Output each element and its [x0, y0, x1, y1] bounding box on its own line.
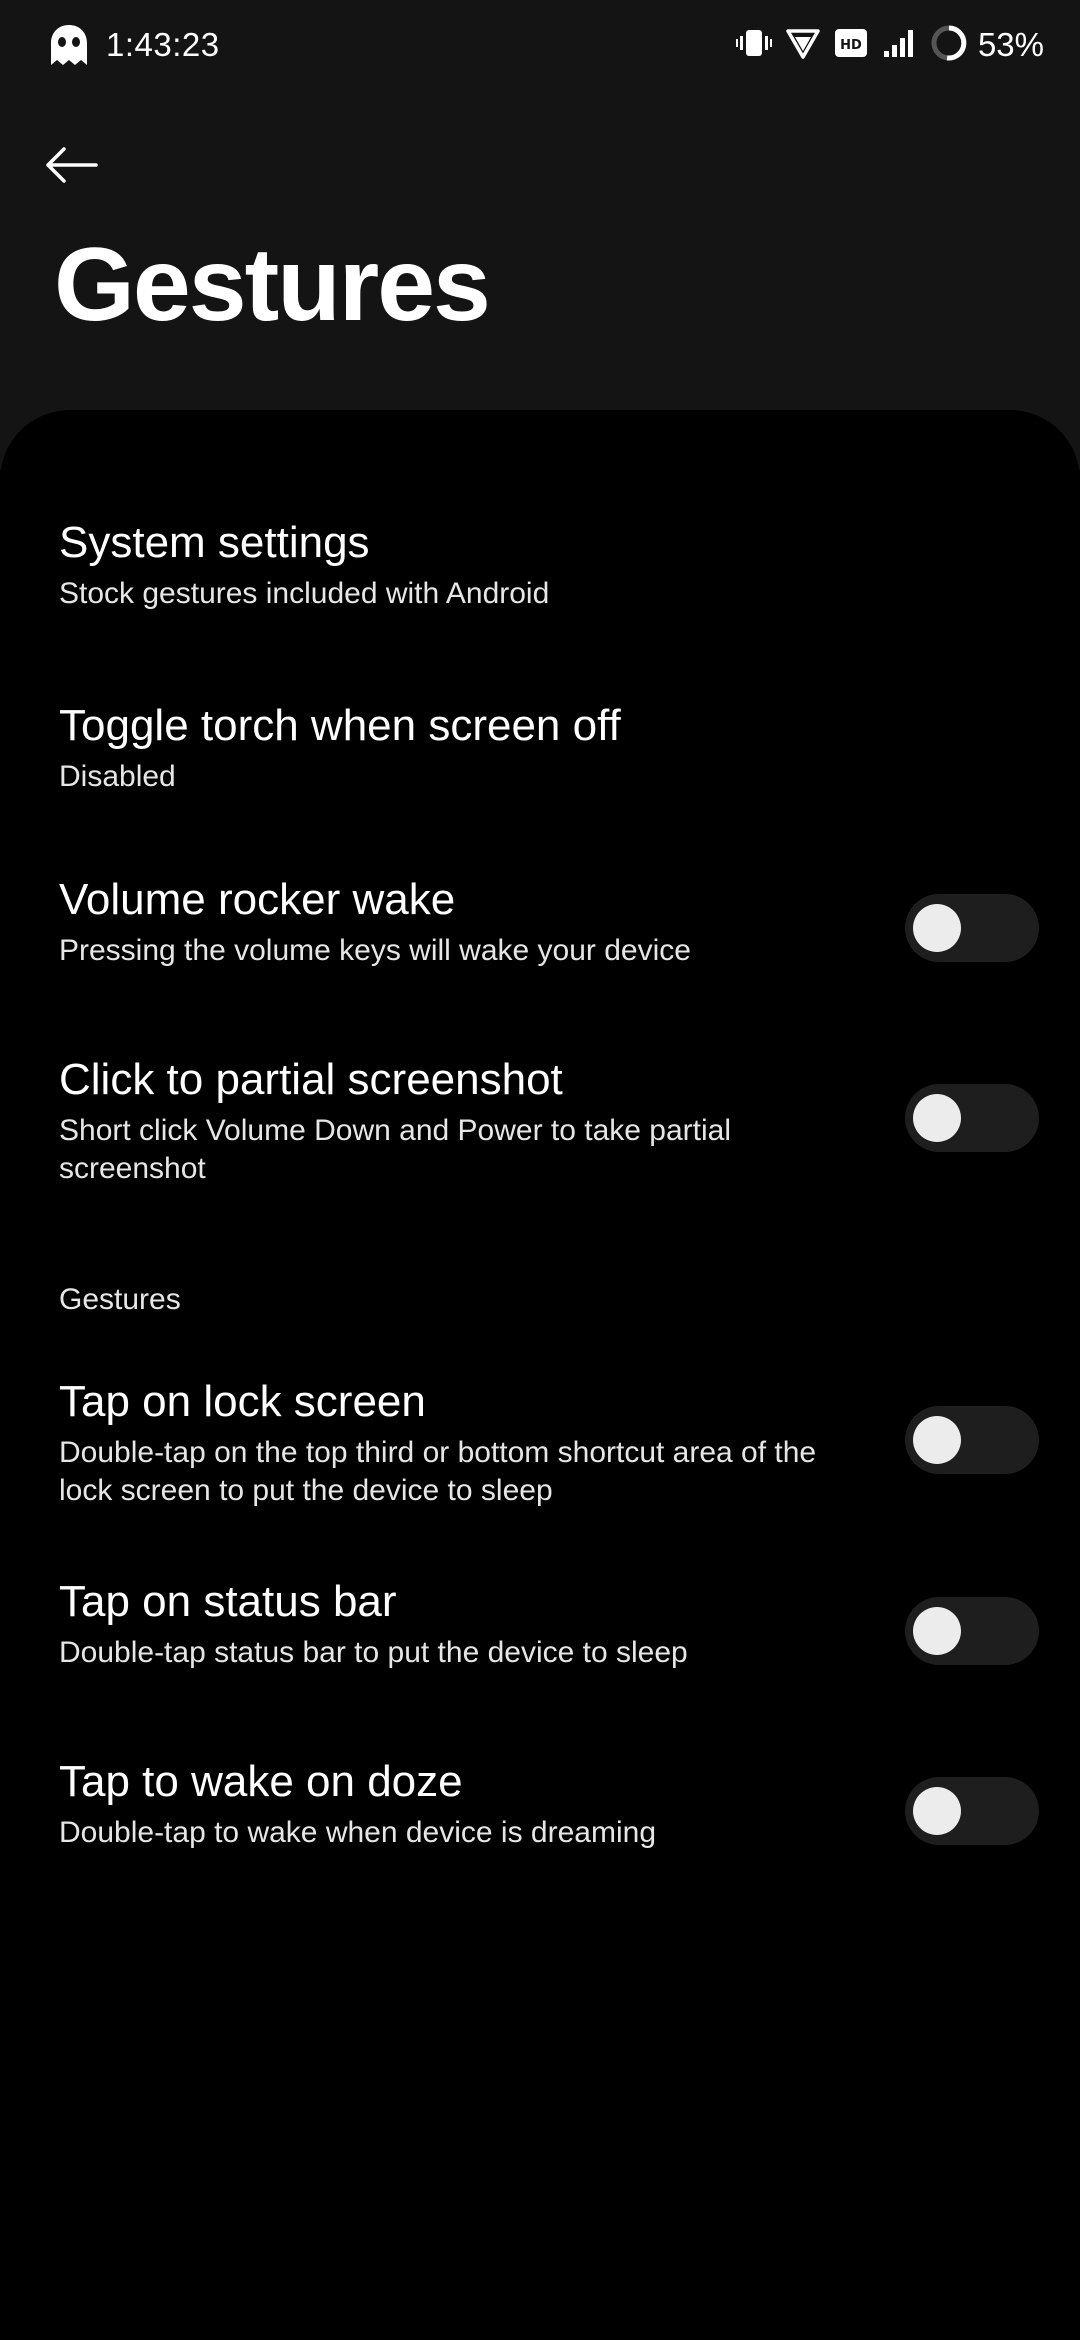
signal-icon	[882, 27, 916, 64]
svg-text:HD: HD	[840, 38, 862, 53]
pref-summary: Stock gestures included with Android	[59, 577, 550, 610]
switch-thumb	[913, 1416, 961, 1464]
pref-summary: Double-tap status bar to put the device …	[59, 1636, 688, 1669]
status-time: 1:43:23	[106, 26, 220, 63]
ghost-icon	[48, 23, 90, 67]
category-gestures: Gestures	[59, 1283, 181, 1316]
arrow-left-icon	[46, 147, 98, 183]
pref-summary: Double-tap on the top third or bottom sh…	[59, 1436, 817, 1507]
pref-summary: Short click Volume Down and Power to tak…	[59, 1114, 731, 1185]
status-left: 1:43:23	[48, 20, 220, 70]
pref-summary: Disabled	[59, 760, 176, 793]
pref-toggle-torch[interactable]: Toggle torch when screen off Disabled	[59, 698, 1059, 796]
status-bar: 1:43:23 HD 53%	[0, 0, 1080, 88]
tap-status-bar-switch[interactable]	[905, 1597, 1039, 1665]
switch-thumb	[913, 904, 961, 952]
page-title: Gestures	[54, 227, 491, 343]
battery-icon	[930, 24, 968, 67]
vibrate-icon	[735, 27, 772, 64]
pref-system-settings[interactable]: System settings Stock gestures included …	[59, 515, 1059, 613]
app-bar: 1:43:23 HD 53% Gestures	[0, 0, 1080, 470]
back-button[interactable]	[36, 130, 106, 200]
status-icons: HD 53%	[722, 20, 1044, 70]
switch-thumb	[913, 1787, 961, 1835]
preferences-list: System settings Stock gestures included …	[0, 410, 1080, 2340]
pref-title: System settings	[59, 518, 370, 567]
pref-summary: Pressing the volume keys will wake your …	[59, 934, 691, 967]
volume-rocker-wake-switch[interactable]	[905, 894, 1039, 962]
battery-percent: 53%	[977, 26, 1044, 63]
partial-screenshot-switch[interactable]	[905, 1084, 1039, 1152]
tap-wake-doze-switch[interactable]	[905, 1777, 1039, 1845]
tap-lock-screen-switch[interactable]	[905, 1406, 1039, 1474]
switch-thumb	[913, 1094, 961, 1142]
pref-title: Toggle torch when screen off	[59, 701, 621, 750]
switch-thumb	[913, 1607, 961, 1655]
hd-icon: HD	[834, 27, 868, 64]
wifi-icon	[786, 27, 820, 64]
pref-summary: Double-tap to wake when device is dreami…	[59, 1816, 656, 1849]
